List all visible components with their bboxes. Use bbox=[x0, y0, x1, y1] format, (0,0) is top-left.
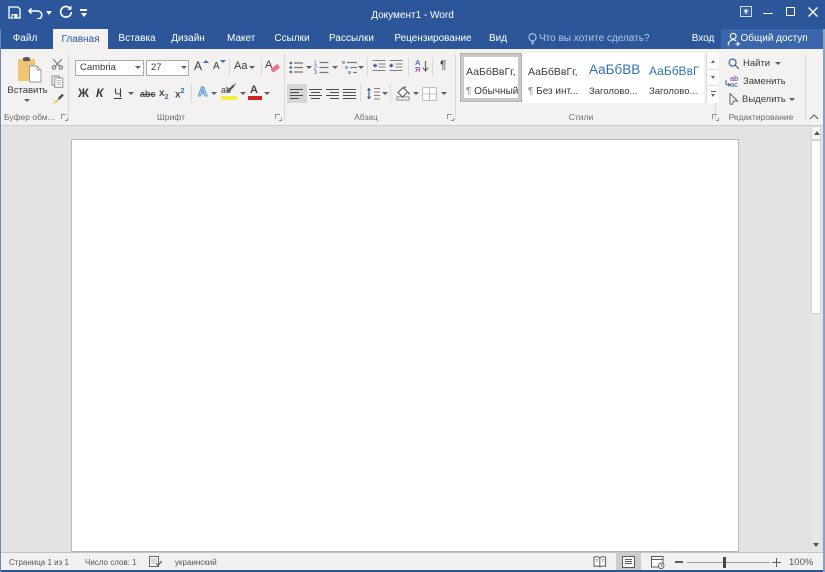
svg-text:3: 3 bbox=[314, 70, 317, 74]
